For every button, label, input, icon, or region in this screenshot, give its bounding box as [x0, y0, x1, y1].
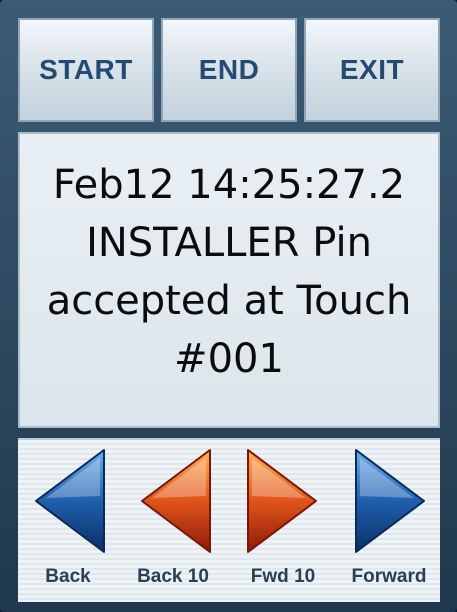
forward-button[interactable]: Forward [338, 440, 440, 602]
forward-label: Forward [351, 566, 427, 587]
event-message: Feb12 14:25:27.2 INSTALLER Pin accepted … [47, 156, 412, 388]
navigation-panel: Back Back 10 Fwd 10 Forward [18, 438, 440, 602]
blue-right-arrow-icon [355, 449, 425, 553]
event-display: Feb12 14:25:27.2 INSTALLER Pin accepted … [18, 132, 440, 428]
orange-left-arrow-icon [141, 449, 211, 553]
event-timestamp: Feb12 14:25:27.2 [52, 162, 406, 208]
fwd-10-label: Fwd 10 [250, 566, 316, 587]
back-10-button[interactable]: Back 10 [118, 440, 228, 602]
orange-right-arrow-icon [247, 449, 317, 553]
back-10-label: Back 10 [137, 566, 209, 587]
blue-left-arrow-icon [35, 449, 105, 553]
exit-button[interactable]: EXIT [304, 18, 440, 122]
back-label: Back [45, 566, 91, 587]
event-line-3: accepted at Touch [46, 278, 412, 324]
device-screen: START END EXIT Feb12 14:25:27.2 INSTALLE… [0, 0, 457, 612]
fwd-10-button[interactable]: Fwd 10 [228, 440, 338, 602]
back-button[interactable]: Back [18, 440, 118, 602]
start-button[interactable]: START [18, 18, 154, 122]
event-touch-number: #001 [174, 336, 284, 382]
event-line-2: INSTALLER Pin [86, 220, 372, 266]
end-button[interactable]: END [161, 18, 297, 122]
top-button-bar: START END EXIT [18, 18, 440, 122]
